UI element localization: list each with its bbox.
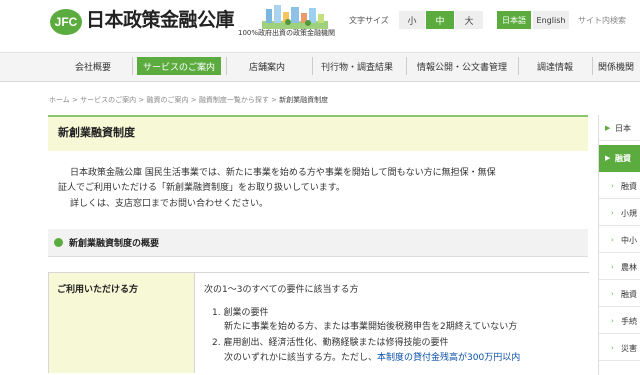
nav-item-company[interactable]: 会社概要: [58, 57, 128, 75]
table-lead-text: 次の1～3のすべての要件に該当する方: [204, 285, 359, 295]
city-illustration-icon: [262, 5, 328, 29]
arrow-right-icon: ›: [611, 236, 614, 244]
sidebar-item[interactable]: › 中小: [599, 227, 640, 253]
jfc-logo-mark[interactable]: JFC: [50, 9, 82, 35]
nav-item-procurement[interactable]: 調達情報: [522, 57, 588, 75]
arrow-right-icon: ›: [611, 344, 614, 352]
font-size-large-button[interactable]: 大: [455, 11, 483, 29]
nav-divider: [132, 57, 133, 75]
font-size-label: 文字サイズ: [349, 16, 389, 25]
sidebar-item-label: 手続: [621, 317, 637, 326]
breadcrumb-current: 新創業融資制度: [279, 96, 329, 104]
nav-divider: [518, 57, 519, 75]
requirement-1-title: 1. 創業の要件: [212, 308, 269, 318]
sidebar-item-label: 災害: [621, 344, 637, 353]
requirement-2-title: 2. 雇用創出、経済活性化、勤務経験または修得技能の要件: [212, 338, 449, 348]
breadcrumb-link-loan-list[interactable]: 融資制度一覧から探す: [199, 96, 269, 104]
site-logo-text[interactable]: 日本政策金融公庫: [86, 8, 235, 32]
tagline: 100%政府出資の政策金融機関: [238, 29, 336, 37]
lang-japanese-button[interactable]: 日本語: [497, 11, 531, 29]
breadcrumb-link-services[interactable]: サービスのご案内: [80, 96, 136, 104]
nav-item-related[interactable]: 関係機関: [598, 57, 640, 75]
sidebar-item[interactable]: › 農林: [599, 254, 640, 280]
arrow-right-icon: ›: [611, 263, 614, 271]
nav-item-services[interactable]: サービスのご案内: [137, 57, 221, 75]
sidebar-item-active[interactable]: ▶ 融資: [599, 145, 640, 172]
arrow-right-icon: ▶: [605, 154, 611, 162]
nav-divider: [592, 57, 593, 75]
breadcrumb-separator: >: [138, 96, 145, 104]
sidebar-item[interactable]: › 小規: [599, 200, 640, 226]
page-title: 新創業融資制度: [58, 126, 135, 139]
breadcrumb-link-home[interactable]: ホーム: [49, 96, 70, 104]
nav-divider: [226, 57, 227, 75]
bullet-dot-icon: [54, 238, 63, 247]
arrow-right-icon: ›: [611, 317, 614, 325]
font-size-medium-button[interactable]: 中: [426, 11, 454, 29]
intro-text-line-2: 証人でご利用いただける「新創業融資制度」をお取り扱いしています。: [58, 183, 345, 193]
table-row-header: ご利用いただける方: [57, 285, 139, 295]
breadcrumb-link-loans[interactable]: 融資のご案内: [146, 96, 188, 104]
sidebar-item[interactable]: › 手続: [599, 308, 640, 334]
nav-divider: [312, 57, 313, 75]
sidebar-item-label: 融資: [615, 154, 631, 163]
requirement-1-detail: 新たに事業を始める方、または事業開始後税務申告を2期終えていない方: [224, 322, 518, 332]
breadcrumb-separator: >: [72, 96, 78, 104]
font-size-small-button[interactable]: 小: [399, 11, 425, 29]
site-search-label[interactable]: サイト内検索: [578, 15, 626, 26]
sidebar-item-label: 日本: [615, 124, 631, 133]
intro-text-line-1: 日本政策金融公庫 国民生活事業では、新たに事業を始める方や事業を開始して間もない…: [70, 168, 496, 178]
sidebar-item-label: 融資: [621, 290, 637, 299]
arrow-right-icon: ▶: [605, 124, 611, 132]
sidebar-item[interactable]: ▶ 日本: [599, 115, 640, 141]
breadcrumb: ホーム > サービスのご案内 > 融資のご案内 > 融資制度一覧から探す > 新…: [49, 95, 328, 105]
nav-item-disclosure[interactable]: 情報公開・公文書管理: [412, 57, 512, 75]
arrow-right-icon: ›: [611, 290, 614, 298]
sidebar-item[interactable]: › 融資: [599, 281, 640, 307]
nav-divider: [406, 57, 407, 75]
loan-balance-link[interactable]: 本制度の貸付金残高が300万円以内: [377, 353, 520, 363]
breadcrumb-separator: >: [190, 96, 197, 104]
breadcrumb-separator: >: [271, 96, 277, 104]
arrow-right-icon: ›: [611, 209, 614, 217]
nav-item-stores[interactable]: 店舗案内: [232, 57, 302, 75]
arrow-right-icon: ›: [611, 182, 614, 190]
section-title: 新創業融資制度の概要: [69, 239, 160, 249]
requirement-2-detail: 次のいずれかに該当する方。ただし、本制度の貸付金残高が300万円以内: [224, 350, 520, 363]
intro-text-line-3: 詳しくは、支店窓口までお問い合わせください。: [70, 199, 269, 209]
sidebar-item-label: 中小: [621, 236, 637, 245]
requirement-2-detail-text: 次のいずれかに該当する方。ただし、: [224, 353, 378, 363]
sidebar-item-label: 農林: [621, 263, 637, 272]
nav-item-publications[interactable]: 刊行物・調査結果: [317, 57, 397, 75]
lang-english-button[interactable]: English: [533, 11, 569, 29]
sidebar-item-label: 小規: [621, 209, 637, 218]
sidebar-item[interactable]: › 災害: [599, 335, 640, 361]
sidebar-item-label: 融資: [621, 182, 637, 191]
sidebar-item[interactable]: › 融資: [599, 173, 640, 199]
